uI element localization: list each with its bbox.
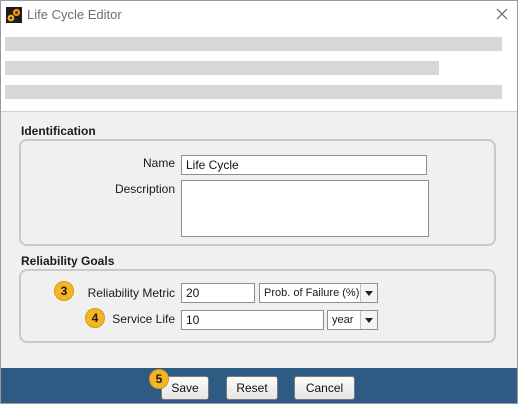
reset-button[interactable]: Reset bbox=[226, 376, 278, 400]
service-life-unit-select[interactable]: year bbox=[327, 310, 378, 330]
callout-badge-5: 5 bbox=[149, 369, 169, 389]
reliability-goals-heading: Reliability Goals bbox=[21, 254, 115, 268]
service-life-input[interactable] bbox=[181, 310, 324, 330]
service-life-label: Service Life bbox=[112, 312, 175, 326]
gears-icon bbox=[6, 7, 22, 23]
title-bar: Life Cycle Editor bbox=[1, 1, 517, 29]
close-icon[interactable] bbox=[493, 5, 511, 23]
cancel-button[interactable]: Cancel bbox=[294, 376, 355, 400]
dropdown-arrow-icon bbox=[360, 284, 377, 302]
dropdown-arrow-icon bbox=[360, 311, 377, 329]
identification-group: Name Description bbox=[19, 139, 496, 246]
redacted-bar bbox=[5, 61, 439, 75]
window-title: Life Cycle Editor bbox=[27, 7, 122, 22]
life-cycle-editor-window: Life Cycle Editor Identification Name De… bbox=[0, 0, 518, 404]
reliability-metric-label: Reliability Metric bbox=[87, 286, 175, 300]
reliability-metric-unit-select[interactable]: Prob. of Failure (%) bbox=[259, 283, 378, 303]
description-label: Description bbox=[114, 182, 175, 196]
redacted-bar bbox=[5, 37, 502, 51]
redacted-bar bbox=[5, 85, 502, 99]
editor-body: Identification Name Description Reliabil… bbox=[1, 111, 517, 368]
reliability-metric-unit-value: Prob. of Failure (%) bbox=[264, 287, 360, 299]
name-label: Name bbox=[142, 156, 175, 170]
service-life-unit-value: year bbox=[332, 314, 354, 326]
description-textarea[interactable] bbox=[181, 180, 429, 237]
dialog-footer: Save Reset Cancel bbox=[1, 368, 517, 403]
identification-heading: Identification bbox=[21, 124, 96, 138]
reliability-metric-input[interactable] bbox=[181, 283, 255, 303]
name-input[interactable] bbox=[181, 155, 427, 175]
reliability-goals-group: 3 Reliability Metric Prob. of Failure (%… bbox=[19, 269, 496, 343]
